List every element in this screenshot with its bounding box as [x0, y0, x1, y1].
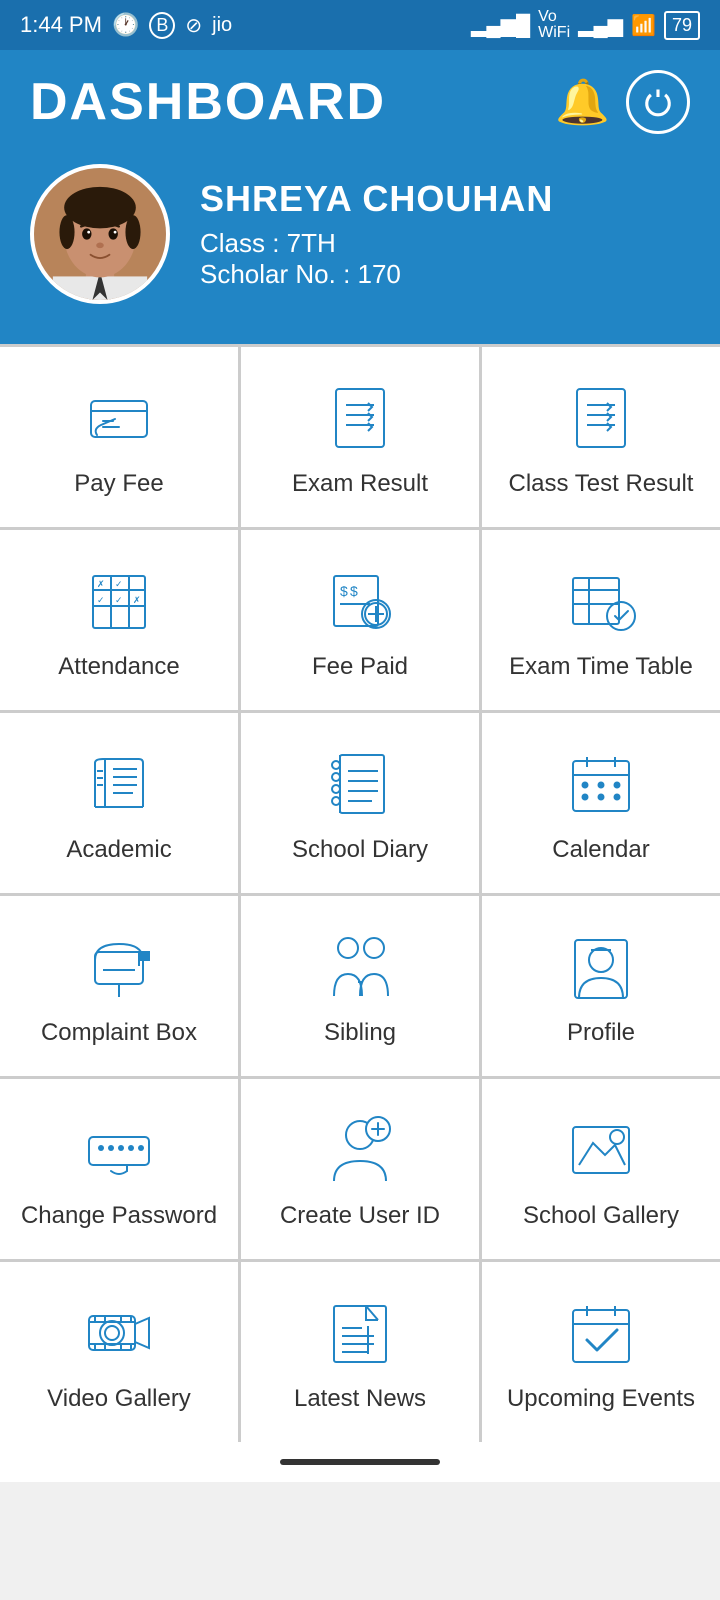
academic-icon [79, 748, 159, 818]
status-left: 1:44 PM 🕐 B ⊘ jio [20, 12, 232, 39]
vo-wifi-label: VoWiFi [538, 9, 570, 41]
header-top: DASHBOARD 🔔 [30, 70, 690, 134]
pay-fee-icon [79, 382, 159, 452]
school-diary-label: School Diary [292, 836, 428, 864]
profile-class: Class : 7TH [200, 228, 553, 259]
attendance-label: Attendance [58, 653, 179, 681]
grid-item-attendance[interactable]: ✗ ✓ ✓ ✓ ✗ Attendance [0, 530, 238, 710]
change-password-icon [79, 1114, 159, 1184]
exam-result-label: Exam Result [292, 470, 428, 498]
video-gallery-label: Video Gallery [47, 1385, 191, 1413]
profile-section: SHREYA CHOUHAN Class : 7TH Scholar No. :… [30, 164, 690, 314]
grid-item-exam-result[interactable]: Exam Result [241, 347, 479, 527]
attendance-icon: ✗ ✓ ✓ ✓ ✗ [79, 565, 159, 635]
signal-icon-2: ⊘ [185, 13, 202, 38]
calendar-label: Calendar [552, 836, 649, 864]
exam-timetable-icon [561, 565, 641, 635]
complaint-box-label: Complaint Box [41, 1019, 197, 1047]
jio-label: jio [212, 14, 232, 37]
avatar-image [34, 168, 166, 300]
time-display: 1:44 PM [20, 12, 102, 38]
svg-text:✓: ✓ [97, 595, 105, 605]
grid-item-sibling[interactable]: Sibling [241, 896, 479, 1076]
grid-item-class-test[interactable]: Class Test Result [482, 347, 720, 527]
power-button[interactable] [626, 70, 690, 134]
notification-bell-icon[interactable]: 🔔 [555, 76, 610, 128]
signal-bars: ▂▄▆█ [471, 13, 530, 38]
school-gallery-label: School Gallery [523, 1202, 679, 1230]
sibling-label: Sibling [324, 1019, 396, 1047]
fee-paid-label: Fee Paid [312, 653, 408, 681]
svg-text:✗: ✗ [133, 595, 141, 605]
grid-item-school-gallery[interactable]: School Gallery [482, 1079, 720, 1259]
home-indicator [280, 1459, 440, 1465]
calendar-icon [561, 748, 641, 818]
school-gallery-icon [561, 1114, 641, 1184]
battery-indicator: 79 [664, 11, 700, 40]
upcoming-events-icon [561, 1297, 641, 1367]
create-user-id-label: Create User ID [280, 1202, 440, 1230]
grid-item-upcoming-events[interactable]: Upcoming Events [482, 1262, 720, 1442]
grid-item-fee-paid[interactable]: $ $ Fee Paid [241, 530, 479, 710]
profile-scholar: Scholar No. : 170 [200, 259, 553, 290]
change-password-label: Change Password [21, 1202, 217, 1230]
svg-text:$: $ [340, 583, 348, 599]
upcoming-events-label: Upcoming Events [507, 1385, 695, 1413]
grid-item-pay-fee[interactable]: Pay Fee [0, 347, 238, 527]
grid-item-complaint-box[interactable]: Complaint Box [0, 896, 238, 1076]
grid-item-school-diary[interactable]: School Diary [241, 713, 479, 893]
create-user-id-icon [320, 1114, 400, 1184]
alarm-icon: 🕐 [112, 12, 139, 38]
profile-info: SHREYA CHOUHAN Class : 7TH Scholar No. :… [200, 178, 553, 290]
profile-icon [561, 931, 641, 1001]
profile-name: SHREYA CHOUHAN [200, 178, 553, 220]
grid-item-academic[interactable]: Academic [0, 713, 238, 893]
grid-item-exam-timetable[interactable]: Exam Time Table [482, 530, 720, 710]
bottom-bar [0, 1442, 720, 1482]
profile-label: Profile [567, 1019, 635, 1047]
status-bar: 1:44 PM 🕐 B ⊘ jio ▂▄▆█ VoWiFi ▂▄▆ 📶 79 [0, 0, 720, 50]
latest-news-label: Latest News [294, 1385, 426, 1413]
b-icon: B [149, 12, 175, 39]
class-test-label: Class Test Result [509, 470, 694, 498]
page-title: DASHBOARD [30, 72, 386, 132]
svg-text:✓: ✓ [115, 595, 123, 605]
wifi-icon: 📶 [631, 13, 656, 38]
avatar [30, 164, 170, 304]
video-gallery-icon [79, 1297, 159, 1367]
complaint-box-icon [79, 931, 159, 1001]
academic-label: Academic [66, 836, 171, 864]
status-right: ▂▄▆█ VoWiFi ▂▄▆ 📶 79 [471, 9, 700, 41]
header-icons: 🔔 [555, 70, 690, 134]
school-diary-icon [320, 748, 400, 818]
grid-item-profile[interactable]: Profile [482, 896, 720, 1076]
sibling-icon [320, 931, 400, 1001]
grid-item-change-password[interactable]: Change Password [0, 1079, 238, 1259]
grid-item-calendar[interactable]: Calendar [482, 713, 720, 893]
latest-news-icon [320, 1297, 400, 1367]
exam-timetable-label: Exam Time Table [509, 653, 693, 681]
grid-item-video-gallery[interactable]: Video Gallery [0, 1262, 238, 1442]
grid-item-create-user-id[interactable]: Create User ID [241, 1079, 479, 1259]
dashboard-grid: Pay Fee Exam Result [0, 344, 720, 1442]
svg-text:✓: ✓ [115, 579, 123, 589]
header: DASHBOARD 🔔 [0, 50, 720, 344]
fee-paid-icon: $ $ [320, 565, 400, 635]
signal-bars-2: ▂▄▆ [578, 13, 623, 38]
svg-text:✗: ✗ [97, 579, 105, 589]
exam-result-icon [320, 382, 400, 452]
svg-text:$: $ [350, 583, 358, 599]
class-test-icon [561, 382, 641, 452]
grid-item-latest-news[interactable]: Latest News [241, 1262, 479, 1442]
pay-fee-label: Pay Fee [74, 470, 163, 498]
